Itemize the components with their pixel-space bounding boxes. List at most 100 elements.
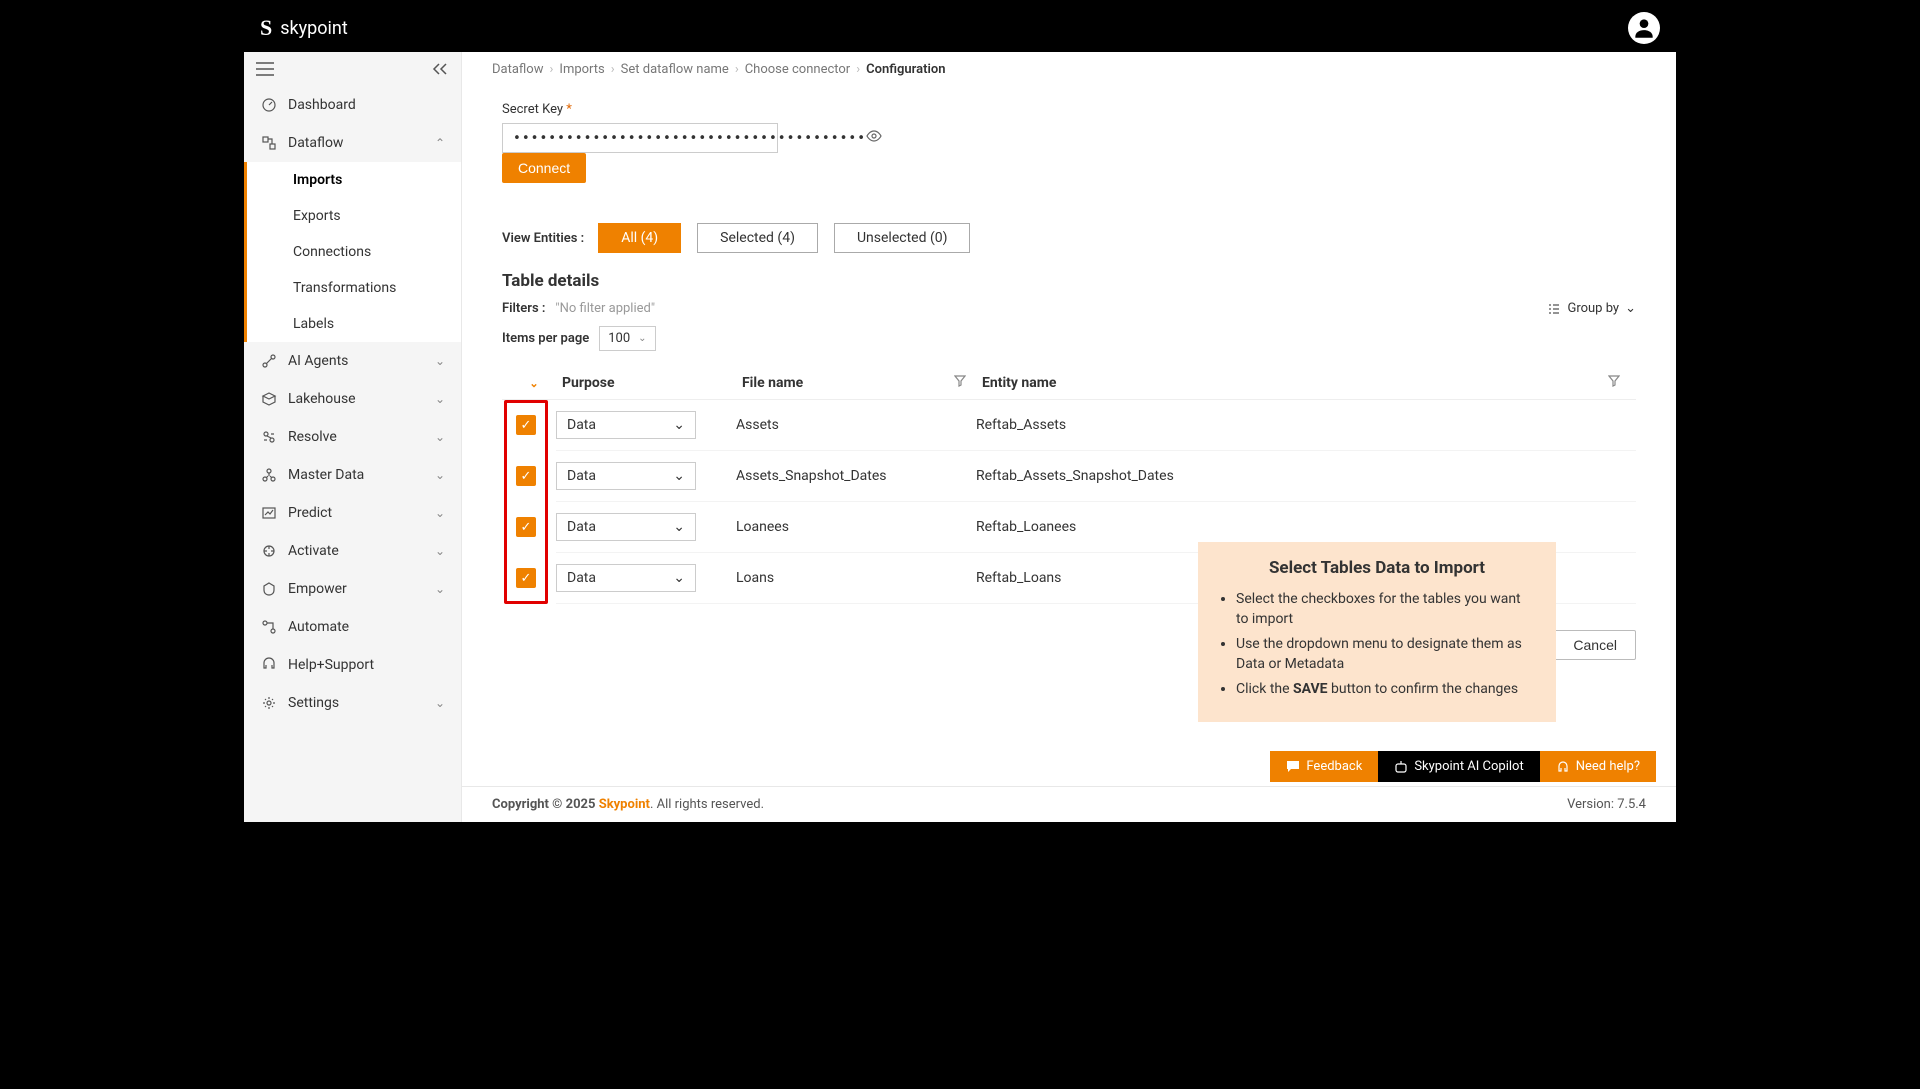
chevron-down-icon: ⌄ — [673, 570, 685, 586]
secret-key-input[interactable]: •••••••••••••••••••••••••••••••••••••••• — [502, 123, 778, 153]
footer: Feedback Skypoint AI Copilot Need help? … — [462, 786, 1676, 822]
predict-icon — [260, 504, 278, 522]
items-per-page-select[interactable]: 100⌄ — [599, 326, 655, 351]
sidebar-item-ai-agents[interactable]: AI Agents⌄ — [244, 342, 461, 380]
chevron-down-icon: ⌄ — [638, 333, 646, 344]
purpose-select[interactable]: Data⌄ — [556, 513, 696, 541]
hamburger-icon[interactable] — [256, 62, 274, 76]
table-row: Data⌄AssetsReftab_Assets — [556, 400, 1636, 451]
view-entities-tab[interactable]: Selected (4) — [697, 223, 818, 253]
file-name-cell: Loanees — [736, 519, 976, 535]
collapse-sidebar-icon[interactable] — [431, 62, 449, 76]
brand-logo: S — [260, 15, 272, 41]
chevron-down-icon: ⌄ — [435, 468, 445, 482]
eye-icon[interactable] — [866, 130, 882, 146]
sidebar-item-connections[interactable]: Connections — [293, 234, 461, 270]
chevron-down-icon: ⌄ — [435, 354, 445, 368]
sidebar-item-help-support[interactable]: Help+Support — [244, 646, 461, 684]
resolve-icon — [260, 428, 278, 446]
view-entities-tab[interactable]: Unselected (0) — [834, 223, 971, 253]
chevron-down-icon: ⌄ — [435, 582, 445, 596]
version-label: Version: 7.5.4 — [1567, 797, 1646, 812]
need-help-button[interactable]: Need help? — [1540, 751, 1656, 782]
checkbox-column-highlight: ✓ ✓ ✓ ✓ — [504, 400, 548, 604]
chevron-down-icon: ⌄ — [435, 430, 445, 444]
items-per-page-label: Items per page — [502, 331, 589, 346]
dashboard-icon — [260, 96, 278, 114]
sidebar-item-transformations[interactable]: Transformations — [293, 270, 461, 306]
skypoint-link[interactable]: Skypoint — [599, 797, 650, 812]
sort-icon[interactable]: ⌄ — [529, 377, 538, 390]
chevron-down-icon: ⌄ — [673, 417, 685, 433]
chevron-down-icon: ⌄ — [435, 392, 445, 406]
breadcrumb-item[interactable]: Choose connector — [745, 62, 851, 77]
robot-icon — [1394, 760, 1408, 774]
settings-icon — [260, 694, 278, 712]
row-checkbox[interactable]: ✓ — [516, 517, 536, 537]
chevron-down-icon: ⌄ — [435, 544, 445, 558]
chevron-right-icon: › — [735, 62, 739, 77]
breadcrumb-item[interactable]: Set dataflow name — [621, 62, 729, 77]
sidebar-item-empower[interactable]: Empower⌄ — [244, 570, 461, 608]
chevron-up-icon: ⌃ — [435, 136, 445, 150]
brand-name: skypoint — [280, 18, 348, 39]
sidebar-item-automate[interactable]: Automate — [244, 608, 461, 646]
headset-icon — [1556, 760, 1570, 774]
file-name-cell: Assets — [736, 417, 976, 433]
breadcrumb-item[interactable]: Imports — [559, 62, 604, 77]
avatar[interactable] — [1628, 12, 1660, 44]
col-entity-header: Entity name — [982, 375, 1056, 391]
user-icon — [1631, 15, 1657, 41]
filter-icon[interactable] — [1608, 375, 1620, 391]
lakehouse-icon — [260, 390, 278, 408]
dataflow-icon — [260, 134, 278, 152]
sidebar-item-lakehouse[interactable]: Lakehouse⌄ — [244, 380, 461, 418]
chevron-down-icon: ⌄ — [435, 506, 445, 520]
sidebar: DashboardDataflow⌃ImportsExportsConnecti… — [244, 52, 462, 822]
sidebar-item-master-data[interactable]: Master Data⌄ — [244, 456, 461, 494]
purpose-select[interactable]: Data⌄ — [556, 411, 696, 439]
sidebar-item-dataflow[interactable]: Dataflow⌃ — [244, 124, 461, 162]
sidebar-item-predict[interactable]: Predict⌄ — [244, 494, 461, 532]
brand[interactable]: S skypoint — [260, 15, 348, 41]
group-by-button[interactable]: Group by ⌄ — [1547, 301, 1636, 316]
sidebar-item-imports[interactable]: Imports — [293, 162, 461, 198]
chevron-down-icon: ⌄ — [435, 696, 445, 710]
filters-label: Filters : — [502, 301, 545, 316]
empower-icon — [260, 580, 278, 598]
sidebar-item-settings[interactable]: Settings⌄ — [244, 684, 461, 722]
sidebar-item-resolve[interactable]: Resolve⌄ — [244, 418, 461, 456]
row-checkbox[interactable]: ✓ — [516, 568, 536, 588]
copyright: Copyright © 2025 Skypoint. All rights re… — [492, 797, 764, 812]
table-row: Data⌄Assets_Snapshot_DatesReftab_Assets_… — [556, 451, 1636, 502]
file-name-cell: Loans — [736, 570, 976, 586]
purpose-select[interactable]: Data⌄ — [556, 462, 696, 490]
table-details-title: Table details — [502, 271, 1636, 291]
cancel-button[interactable]: Cancel — [1554, 630, 1636, 660]
purpose-select[interactable]: Data⌄ — [556, 564, 696, 592]
list-icon — [1547, 302, 1561, 316]
entity-name-cell: Reftab_Loanees — [976, 519, 1636, 535]
sidebar-item-labels[interactable]: Labels — [293, 306, 461, 342]
feedback-button[interactable]: Feedback — [1270, 751, 1378, 782]
breadcrumb-item[interactable]: Dataflow — [492, 62, 544, 77]
sidebar-item-activate[interactable]: Activate⌄ — [244, 532, 461, 570]
topbar: S skypoint — [244, 4, 1676, 52]
col-file-header: File name — [742, 375, 803, 391]
agents-icon — [260, 352, 278, 370]
copilot-button[interactable]: Skypoint AI Copilot — [1378, 751, 1539, 782]
sidebar-item-dashboard[interactable]: Dashboard — [244, 86, 461, 124]
view-entities-tab[interactable]: All (4) — [598, 223, 681, 253]
chevron-right-icon: › — [856, 62, 860, 77]
filter-icon[interactable] — [954, 375, 966, 391]
row-checkbox[interactable]: ✓ — [516, 415, 536, 435]
help-icon — [260, 656, 278, 674]
callout-bullet: Click the SAVE button to confirm the cha… — [1236, 680, 1536, 700]
automate-icon — [260, 618, 278, 636]
sidebar-item-exports[interactable]: Exports — [293, 198, 461, 234]
connect-button[interactable]: Connect — [502, 153, 586, 183]
col-purpose-header: Purpose — [562, 375, 742, 391]
chevron-down-icon: ⌄ — [1625, 301, 1636, 316]
activate-icon — [260, 542, 278, 560]
row-checkbox[interactable]: ✓ — [516, 466, 536, 486]
